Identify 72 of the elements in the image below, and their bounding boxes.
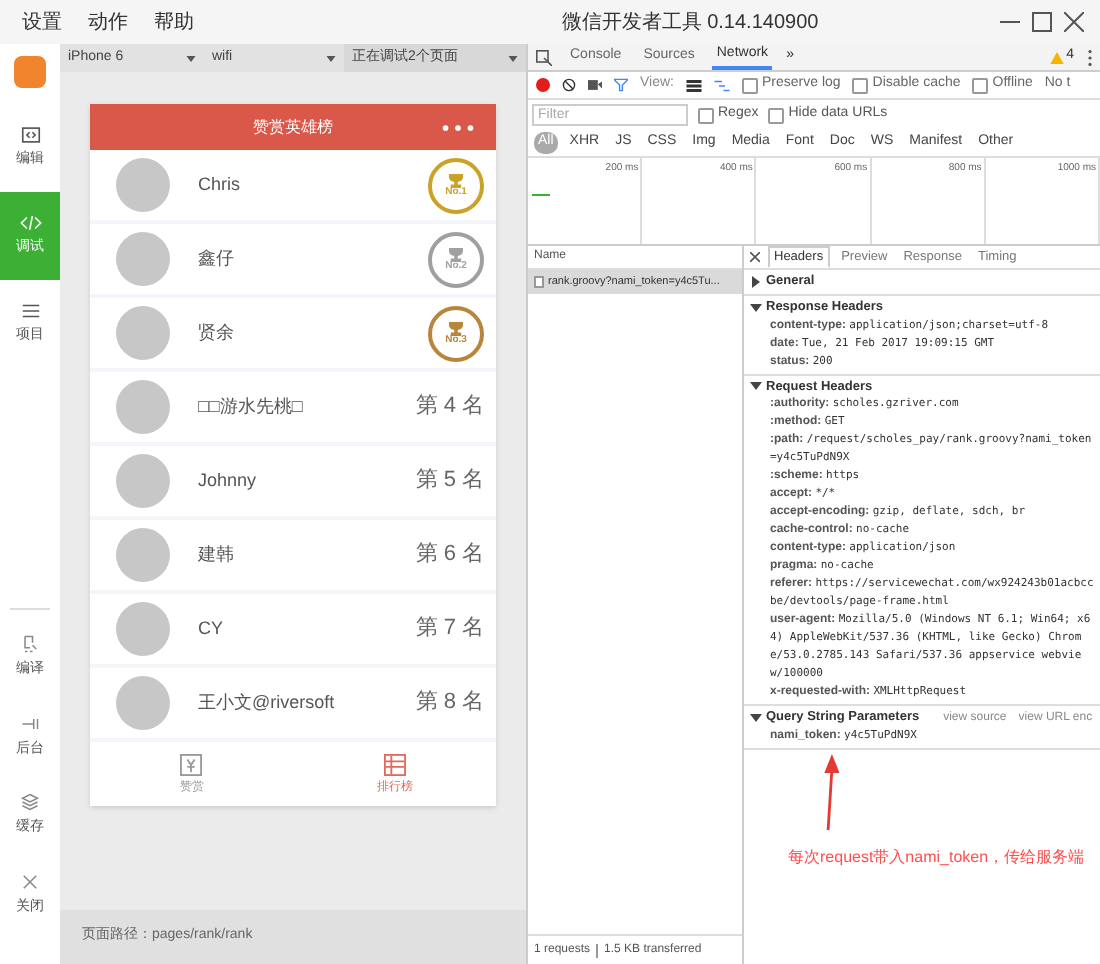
- split-icon: [20, 713, 40, 733]
- user-name: Johnny: [198, 467, 259, 494]
- rank-text: 第 8 名: [415, 688, 484, 719]
- waterfall-icon[interactable]: [714, 79, 730, 91]
- triangle-icon[interactable]: [750, 712, 762, 725]
- avatar-placeholder: [116, 232, 170, 286]
- record-icon[interactable]: [536, 78, 550, 92]
- list-icon: [383, 754, 406, 776]
- menu-item[interactable]: 帮助: [154, 7, 194, 37]
- triangle-icon[interactable]: [750, 301, 762, 314]
- window-title: 微信开发者工具 0.14.140900: [559, 9, 821, 37]
- user-name: 建韩: [198, 541, 236, 568]
- ranking-row[interactable]: □□游水先桃□ 第 4 名: [90, 372, 496, 446]
- close-icon[interactable]: [1064, 12, 1084, 32]
- rank-text: 第 7 名: [415, 614, 484, 645]
- caret-icon: [508, 55, 518, 61]
- inspect-icon[interactable]: [536, 49, 552, 65]
- user-name: Chris: [198, 171, 243, 198]
- trophy-icon: [446, 321, 466, 335]
- checkbox[interactable]: [742, 77, 758, 93]
- ranking-row[interactable]: 王小文@riversoft 第 8 名: [90, 668, 496, 742]
- annotation-text: 每次request带入nami_token，传给服务端: [788, 846, 1085, 870]
- checkbox[interactable]: [972, 77, 989, 93]
- menu-icon: [19, 300, 41, 323]
- checkbox[interactable]: [852, 77, 869, 93]
- close-icon: [20, 871, 40, 891]
- avatar-placeholder: [116, 528, 170, 582]
- ranking-row[interactable]: 建韩 第 6 名: [90, 520, 496, 594]
- user-name: □□游水先桃□: [198, 393, 305, 420]
- menu-item[interactable]: 动作: [88, 7, 128, 37]
- avatar-placeholder: [116, 158, 170, 212]
- user-name: 贤余: [198, 319, 236, 346]
- avatar-placeholder: [116, 602, 170, 656]
- filter-icon[interactable]: [614, 78, 628, 92]
- checkbox[interactable]: [768, 107, 785, 123]
- caret-icon: [186, 55, 196, 61]
- trophy-icon: [446, 173, 466, 187]
- clear-icon[interactable]: [562, 78, 576, 92]
- rank-text: 第 6 名: [415, 540, 484, 571]
- menu-item[interactable]: 设置: [22, 7, 62, 37]
- ranking-row[interactable]: CY 第 7 名: [90, 594, 496, 668]
- checkbox[interactable]: [698, 107, 714, 123]
- triangle-icon[interactable]: [750, 275, 762, 288]
- camera-icon[interactable]: [588, 80, 602, 90]
- trophy-icon: [446, 247, 466, 261]
- maximize-icon[interactable]: [1032, 12, 1052, 32]
- code-window-icon: [19, 124, 41, 147]
- user-name: 鑫仔: [198, 245, 236, 272]
- annotation-arrow: [820, 754, 840, 830]
- rank-text: 第 5 名: [415, 466, 484, 497]
- yen-icon: [180, 754, 203, 776]
- more-icon[interactable]: [442, 123, 474, 131]
- rank-text: 第 4 名: [415, 392, 484, 423]
- avatar-placeholder: [116, 454, 170, 508]
- app-title: 赞赏英雄榜: [253, 115, 333, 139]
- triangle-icon[interactable]: [750, 380, 762, 393]
- list-view-icon[interactable]: [686, 79, 702, 91]
- layers-icon: [20, 792, 40, 812]
- avatar-placeholder: [116, 676, 170, 730]
- user-name: CY: [198, 615, 226, 642]
- document-icon: [20, 634, 40, 654]
- avatar-placeholder: [116, 380, 170, 434]
- user-name: 王小文@riversoft: [198, 689, 337, 716]
- ranking-row[interactable]: Johnny 第 5 名: [90, 446, 496, 520]
- caret-icon: [326, 55, 336, 61]
- warning-icon: [1050, 51, 1065, 63]
- avatar-placeholder: [116, 306, 170, 360]
- timeline-bar: [532, 194, 550, 196]
- close-icon[interactable]: [750, 252, 760, 262]
- file-icon: [534, 276, 544, 288]
- code-icon: [19, 212, 41, 235]
- avatar-icon: [14, 56, 46, 88]
